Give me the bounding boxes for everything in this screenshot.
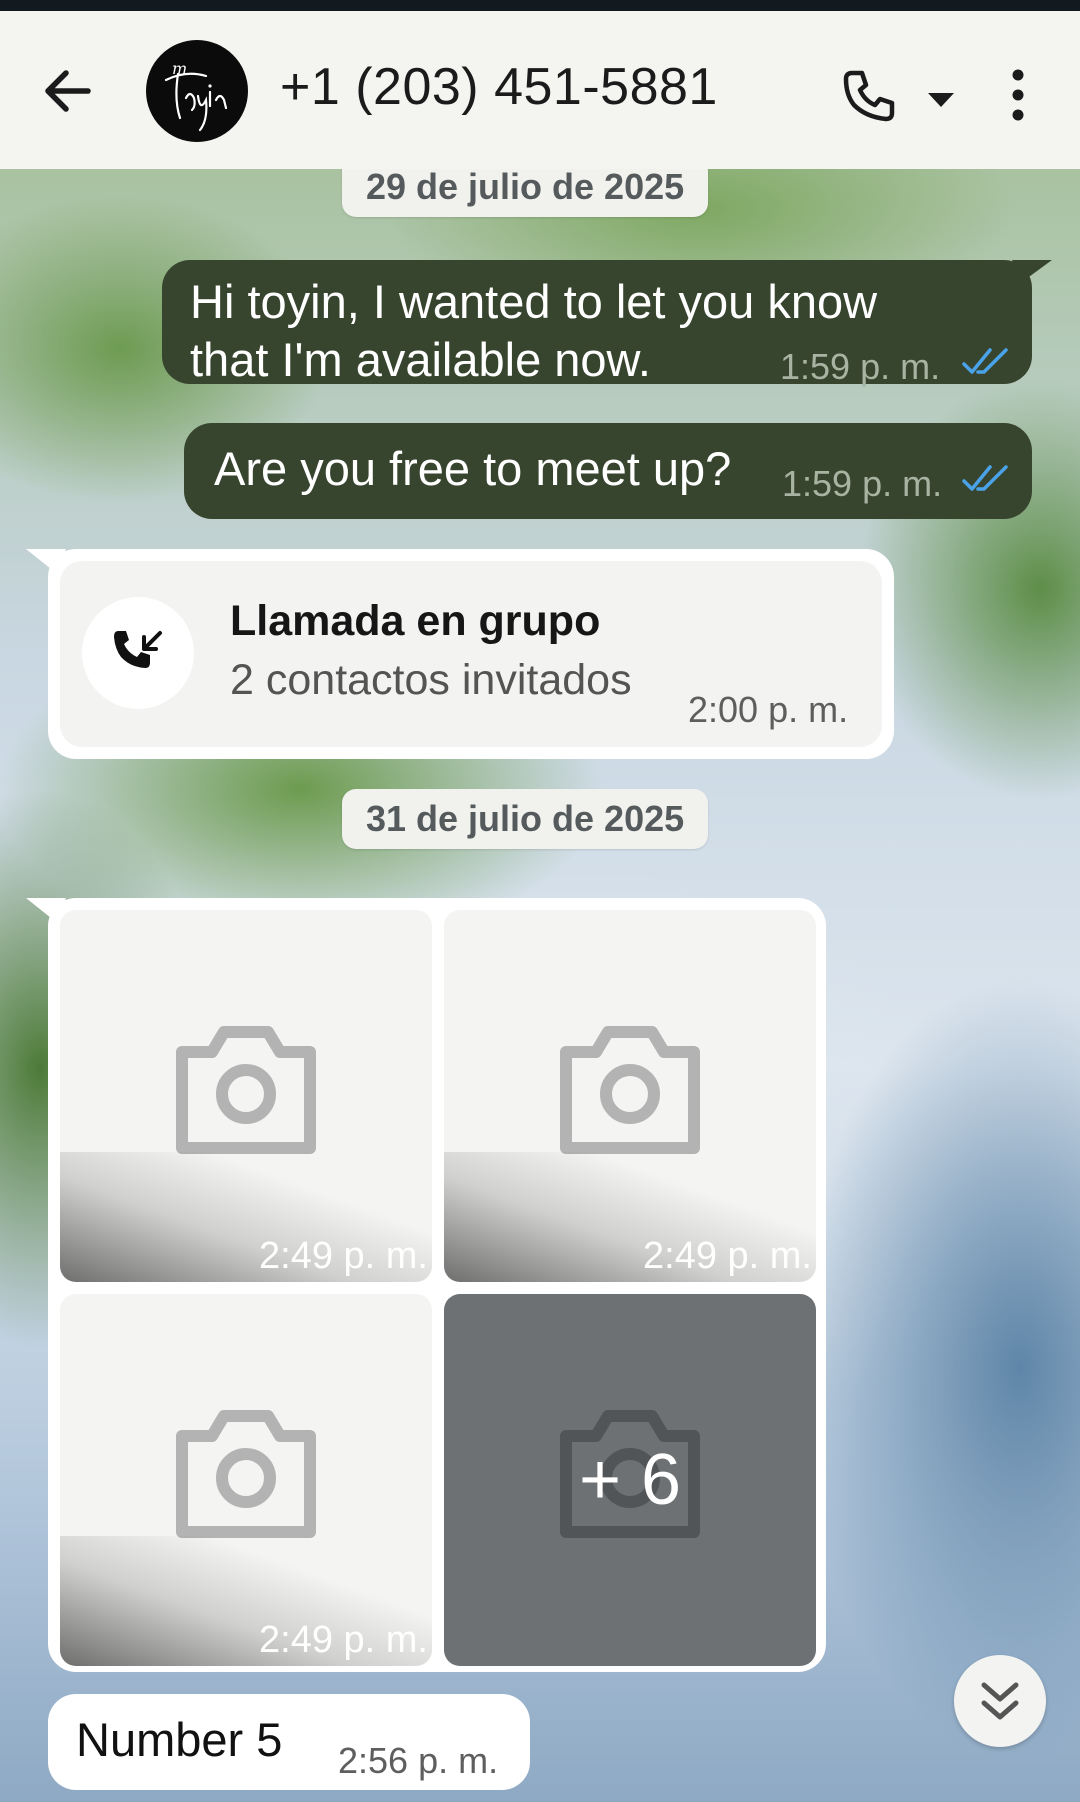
avatar-logo-icon: m	[164, 59, 228, 132]
photo-thumbnail[interactable]: 2:49 p. m.	[444, 910, 816, 1282]
status-bar	[0, 0, 1080, 11]
group-call-message[interactable]: Llamada en grupo 2 contactos invitados 2…	[48, 549, 894, 759]
scroll-to-bottom-button[interactable]	[954, 1655, 1046, 1747]
read-ticks-icon	[962, 348, 1008, 374]
call-icon-circle	[82, 597, 194, 709]
phone-icon[interactable]	[840, 67, 898, 125]
camera-icon	[560, 1026, 700, 1154]
incoming-call-icon	[114, 631, 162, 668]
chat-area[interactable]: 29 de julio de 2025 Hi toyin, I wanted t…	[0, 169, 1080, 1802]
message-text: Number 5	[76, 1713, 283, 1766]
outgoing-message[interactable]: Hi toyin, I wanted to let you know that …	[162, 260, 1032, 387]
call-subtitle: 2 contactos invitados	[230, 656, 632, 704]
photo-time: 2:49 p. m.	[643, 1235, 812, 1277]
incoming-message[interactable]: Number 5 2:56 p. m.	[48, 1694, 530, 1790]
message-text-line: that I'm available now.	[190, 333, 651, 386]
contact-title[interactable]: +1 (203) 451-5881	[280, 57, 718, 117]
camera-icon	[176, 1410, 316, 1538]
read-ticks-icon	[962, 465, 1008, 491]
photo-thumbnail[interactable]: 2:49 p. m.	[60, 910, 432, 1282]
app-bar: m +1 (203) 451-5881	[0, 11, 1080, 169]
message-time: 2:00 p. m.	[688, 689, 849, 730]
message-time: 2:56 p. m.	[338, 1740, 499, 1781]
photo-thumbnail[interactable]: 2:49 p. m.	[60, 1294, 432, 1666]
message-time: 1:59 p. m.	[782, 463, 943, 504]
more-photos-count: + 6	[578, 1440, 682, 1520]
bubble-tail	[1012, 260, 1052, 282]
message-text-line: Hi toyin, I wanted to let you know	[190, 275, 878, 328]
photo-time: 2:49 p. m.	[259, 1235, 428, 1277]
call-card[interactable]: Llamada en grupo 2 contactos invitados 2…	[60, 561, 882, 747]
date-chip: 31 de julio de 2025	[342, 789, 709, 849]
back-arrow-icon[interactable]	[38, 61, 98, 121]
chevron-down-icon[interactable]	[926, 89, 956, 109]
double-chevron-down-icon	[981, 1682, 1019, 1720]
message-time: 1:59 p. m.	[780, 346, 941, 387]
more-options-icon[interactable]	[998, 65, 1038, 125]
message-text: Are you free to meet up?	[214, 442, 732, 495]
call-title: Llamada en grupo	[230, 597, 601, 645]
date-chip: 29 de julio de 2025	[342, 169, 709, 217]
photo-time: 2:49 p. m.	[259, 1619, 428, 1661]
camera-icon	[176, 1026, 316, 1154]
avatar[interactable]: m	[146, 40, 248, 142]
outgoing-message[interactable]: Are you free to meet up? 1:59 p. m.	[184, 423, 1032, 519]
more-photos-tile[interactable]: + 6	[444, 1294, 816, 1666]
photo-group-message[interactable]: 2:49 p. m. 2:49 p. m. 2:49 p. m. + 6	[48, 898, 826, 1672]
